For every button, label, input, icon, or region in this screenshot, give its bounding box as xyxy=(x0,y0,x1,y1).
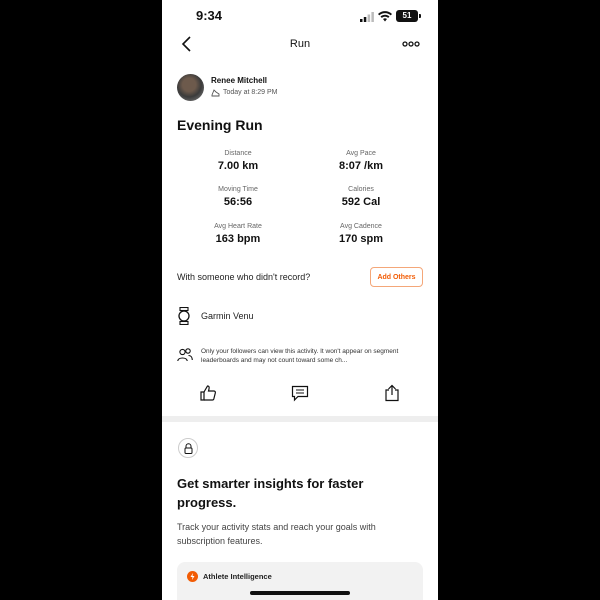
nav-bar: Run xyxy=(162,34,438,56)
device-row[interactable]: Garmin Venu xyxy=(177,306,423,326)
stat-value: 170 spm xyxy=(338,233,384,245)
add-others-button[interactable]: Add Others xyxy=(370,267,423,287)
stat-value: 8:07 /km xyxy=(338,160,384,172)
battery-icon: 51 xyxy=(396,10,421,22)
action-bar xyxy=(162,384,438,404)
stat-label: Moving Time xyxy=(218,186,258,193)
privacy-text: Only your followers can view this activi… xyxy=(201,348,399,364)
run-shoe-icon xyxy=(211,89,220,97)
stat-label: Calories xyxy=(348,186,374,193)
with-someone-row: With someone who didn't record? Add Othe… xyxy=(177,266,423,288)
section-divider xyxy=(162,416,438,422)
with-someone-text: With someone who didn't record? xyxy=(177,272,311,282)
status-time: 9:34 xyxy=(196,8,223,23)
activity-title: Evening Run xyxy=(177,117,263,133)
stat-avg-cadence: Avg Cadence 170 spm xyxy=(301,223,421,245)
stat-calories: Calories 592 Cal xyxy=(301,186,421,208)
signal-icon xyxy=(360,12,374,22)
stat-value: 592 Cal xyxy=(341,196,381,208)
athlete-intelligence-icon xyxy=(187,571,198,582)
promo-body: Track your activity stats and reach your… xyxy=(177,522,376,546)
lock-icon xyxy=(184,443,193,454)
stat-value: 56:56 xyxy=(223,196,253,208)
stat-avg-heart-rate: Avg Heart Rate 163 bpm xyxy=(178,223,298,245)
phone-screen: 9:34 51 Run Renee Mitchell Today at 8:29… xyxy=(162,0,438,600)
stat-value: 163 bpm xyxy=(215,233,261,245)
athlete-name[interactable]: Renee Mitchell xyxy=(211,76,267,85)
stat-distance: Distance 7.00 km xyxy=(178,150,298,172)
status-bar: 9:34 51 xyxy=(162,6,438,26)
stat-label: Distance xyxy=(224,150,252,157)
device-name: Garmin Venu xyxy=(201,311,254,321)
stat-avg-pace: Avg Pace 8:07 /km xyxy=(301,150,421,172)
privacy-row: Only your followers can view this activi… xyxy=(177,346,423,372)
followers-icon xyxy=(177,348,193,362)
stat-label: Avg Heart Rate xyxy=(214,223,262,230)
page-title: Run xyxy=(289,38,311,50)
comment-icon[interactable] xyxy=(291,384,309,402)
share-icon[interactable] xyxy=(383,384,401,402)
more-horizontal-icon[interactable] xyxy=(402,38,420,50)
stat-label: Avg Pace xyxy=(346,150,376,157)
stat-value: 7.00 km xyxy=(217,160,259,172)
home-indicator[interactable] xyxy=(250,591,350,595)
wifi-icon xyxy=(378,11,392,22)
stat-label: Avg Cadence xyxy=(340,223,382,230)
athlete-header[interactable]: Renee Mitchell Today at 8:29 PM xyxy=(177,74,417,102)
avatar[interactable] xyxy=(177,74,204,101)
promo-title: Get smarter insights for faster progress… xyxy=(177,476,364,510)
watch-icon xyxy=(178,307,190,325)
activity-meta: Today at 8:29 PM xyxy=(211,88,277,97)
lock-badge xyxy=(178,438,198,458)
thumbs-up-icon[interactable] xyxy=(199,384,217,402)
athlete-intelligence-label: Athlete Intelligence xyxy=(203,572,272,581)
activity-time: Today at 8:29 PM xyxy=(223,89,278,96)
stat-moving-time: Moving Time 56:56 xyxy=(178,186,298,208)
